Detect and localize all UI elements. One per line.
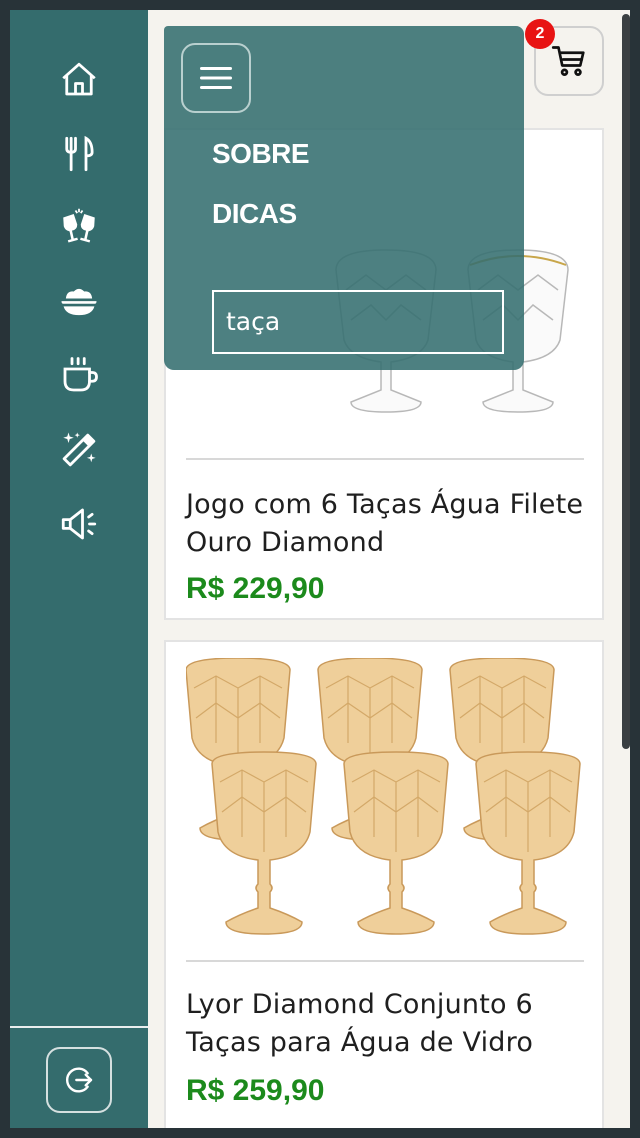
cart-count-badge: 2 xyxy=(525,19,555,49)
toast-glasses-icon[interactable] xyxy=(55,204,103,252)
card-divider xyxy=(186,960,584,962)
product-price: R$ 229,90 xyxy=(186,572,325,605)
megaphone-icon[interactable] xyxy=(55,500,103,548)
product-title[interactable]: Jogo com 6 Taças Água Filete Ouro Diamon… xyxy=(186,486,586,562)
product-title[interactable]: Lyor Diamond Conjunto 6 Taças para Água … xyxy=(186,986,586,1062)
menu-link-dicas[interactable]: DICAS xyxy=(212,198,297,230)
product-image[interactable] xyxy=(185,657,584,962)
cart-icon xyxy=(551,46,585,76)
amber-glasses-image-icon xyxy=(185,657,581,935)
menu-link-sobre[interactable]: SOBRE xyxy=(212,138,310,170)
app-frame: Jogo com 6 Taças Água Filete Ouro Diamon… xyxy=(10,10,630,1128)
home-icon[interactable] xyxy=(55,56,103,104)
logout-button[interactable] xyxy=(46,1047,112,1113)
sidebar xyxy=(10,10,148,1128)
scrollbar[interactable] xyxy=(622,14,630,749)
hamburger-menu-button[interactable] xyxy=(181,43,251,113)
product-price: R$ 259,90 xyxy=(186,1074,325,1107)
nav-menu-overlay: SOBRE DICAS taça xyxy=(164,26,524,370)
search-input[interactable]: taça xyxy=(212,290,504,354)
product-card[interactable]: Lyor Diamond Conjunto 6 Taças para Água … xyxy=(164,640,604,1128)
main-content: Jogo com 6 Taças Água Filete Ouro Diamon… xyxy=(148,10,630,1128)
utensils-icon[interactable] xyxy=(55,130,103,178)
sidebar-divider xyxy=(10,1026,148,1028)
bowl-icon[interactable] xyxy=(55,278,103,326)
magic-wand-icon[interactable] xyxy=(55,426,103,474)
card-divider xyxy=(186,458,584,460)
hamburger-icon xyxy=(200,67,232,89)
logout-icon xyxy=(66,1067,93,1093)
mug-icon[interactable] xyxy=(55,352,103,400)
